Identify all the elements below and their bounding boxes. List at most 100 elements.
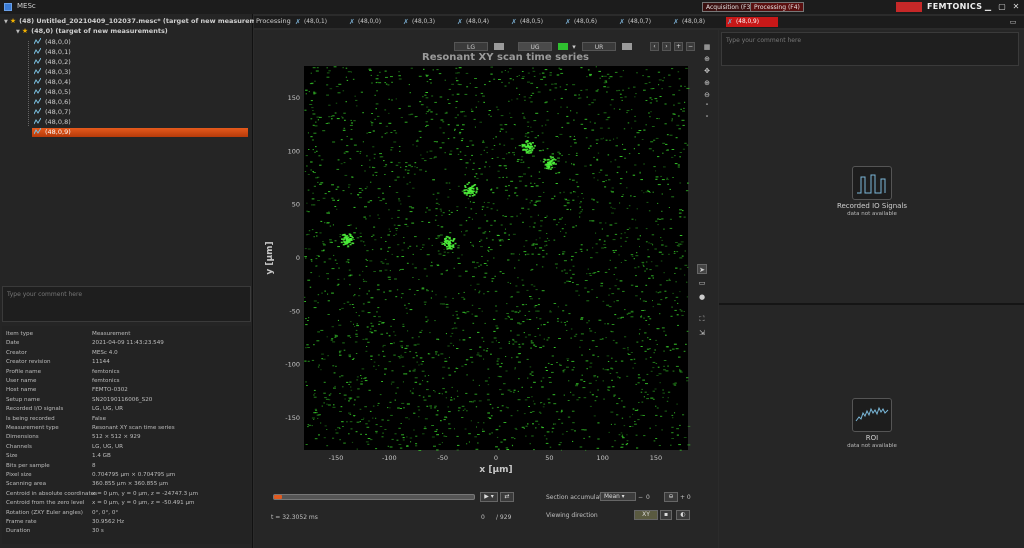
noise-pixel [674, 163, 678, 165]
noise-pixel [474, 267, 477, 269]
noise-pixel [512, 339, 515, 341]
noise-pixel [496, 209, 499, 211]
frame-input[interactable]: 0 [481, 514, 485, 521]
noise-pixel [607, 361, 610, 362]
tree-item[interactable]: (48,0,5) [33, 87, 250, 97]
noise-pixel [348, 186, 350, 188]
close-icon[interactable]: ✕ [1010, 1, 1022, 12]
tree-item-label: (48,0,5) [45, 88, 71, 96]
noise-pixel [685, 343, 687, 345]
tree-item[interactable]: (48,0,0) [33, 37, 250, 47]
recorded-io-widget[interactable]: Recorded IO Signals data not available [812, 166, 932, 217]
expand-icon[interactable]: ▼ [4, 19, 8, 25]
noise-pixel [534, 137, 537, 139]
comment-input[interactable]: Type your comment here [2, 286, 251, 322]
noise-pixel [503, 158, 505, 160]
circle-icon[interactable]: ● [697, 292, 707, 302]
noise-pixel [457, 395, 459, 397]
link-icon[interactable]: ⊖ [664, 492, 678, 502]
zoom-in-tool-icon[interactable]: ⊕ [702, 78, 712, 88]
tab-measurement[interactable]: ✗ (48,0,3) [402, 17, 454, 27]
accumulation-plus-value[interactable]: + 0 [680, 494, 691, 501]
tree-item[interactable]: (48,0,9) [32, 127, 248, 137]
noise-pixel [371, 124, 373, 126]
layout-icon[interactable]: ▦ [702, 42, 712, 52]
cell-spot-pixel [531, 142, 534, 144]
accumulation-mode-select[interactable]: Mean ▾ [600, 492, 636, 501]
noise-pixel [355, 99, 358, 101]
noise-pixel [506, 303, 508, 305]
accumulation-minus-value[interactable]: 0 [646, 494, 650, 501]
noise-pixel [530, 298, 533, 300]
processing-mode-button[interactable]: Processing (F4) [750, 2, 804, 12]
tab-measurement[interactable]: ✗ (48,0,6) [564, 17, 616, 27]
view-yz-button[interactable]: ◐ [676, 510, 690, 520]
frame-slider[interactable] [273, 494, 475, 500]
noise-pixel [331, 338, 334, 340]
noise-pixel [418, 450, 422, 451]
noise-pixel [529, 202, 531, 204]
noise-pixel [484, 272, 488, 274]
tab-measurement[interactable]: ✗ (48,0,9) [726, 17, 778, 27]
noise-pixel [591, 129, 595, 131]
right-comment-input[interactable]: Type your comment here [721, 32, 1019, 66]
roi-widget[interactable]: ROI data not available [812, 398, 932, 449]
down-icon[interactable]: ˅ [702, 114, 712, 124]
tree-item[interactable]: (48,0,3) [33, 67, 250, 77]
expand-icon[interactable]: ▼ [16, 29, 20, 35]
noise-pixel [420, 363, 423, 365]
noise-pixel [375, 108, 377, 110]
noise-pixel [327, 212, 330, 214]
fit-icon[interactable]: ⛶ [697, 314, 707, 324]
tree-group[interactable]: ▼ ★ (48,0) (target of new measurements) [16, 27, 168, 36]
tree-item[interactable]: (48,0,2) [33, 57, 250, 67]
noise-pixel [495, 340, 497, 342]
noise-pixel [537, 200, 541, 202]
noise-pixel [522, 321, 525, 323]
noise-pixel [340, 406, 343, 408]
noise-pixel [609, 224, 613, 226]
tab-measurement[interactable]: ✗ (48,0,1) [294, 17, 346, 27]
noise-pixel [356, 237, 360, 239]
tree-item[interactable]: (48,0,1) [33, 47, 250, 57]
tab-measurement[interactable]: ✗ (48,0,7) [618, 17, 670, 27]
maximize-icon[interactable]: ▢ [996, 1, 1008, 12]
tree-item[interactable]: (48,0,8) [33, 117, 250, 127]
panel-menu-icon[interactable]: ▭ [1008, 17, 1018, 27]
tab-measurement[interactable]: ✗ (48,0,5) [510, 17, 562, 27]
noise-pixel [428, 221, 431, 223]
tab-measurement[interactable]: ✗ (48,0,4) [456, 17, 508, 27]
up-icon[interactable]: ˄ [702, 102, 712, 112]
loop-button[interactable]: ⇄ [500, 492, 514, 502]
tab-measurement[interactable]: ✗ (48,0,8) [672, 17, 724, 27]
noise-pixel [496, 360, 499, 362]
noise-pixel [480, 173, 483, 175]
pointer-icon[interactable]: ➤ [697, 264, 707, 274]
slider-handle[interactable] [274, 495, 282, 499]
tree-item[interactable]: (48,0,7) [33, 107, 250, 117]
zoom-fit-icon[interactable]: ⊕ [702, 54, 712, 64]
noise-pixel [490, 66, 493, 68]
rectangle-icon[interactable]: ▭ [697, 278, 707, 288]
tree-item[interactable]: (48,0,4) [33, 77, 250, 87]
tree-item[interactable]: (48,0,6) [33, 97, 250, 107]
noise-pixel [687, 425, 691, 427]
noise-pixel [429, 150, 433, 152]
noise-pixel [390, 76, 393, 78]
scan-image[interactable] [304, 66, 688, 450]
noise-pixel [580, 317, 584, 319]
tab-measurement[interactable]: ✗ (48,0,0) [348, 17, 400, 27]
view-xy-button[interactable]: XY [634, 510, 658, 520]
noise-pixel [331, 118, 333, 120]
noise-pixel [345, 76, 347, 78]
view-xz-button[interactable]: ▪ [660, 510, 672, 520]
tree-root[interactable]: ▼ ★ (48) Untitled_20210409_102037.mesc* (t… [4, 17, 275, 26]
minimize-icon[interactable]: ▁ [982, 1, 994, 12]
noise-pixel [342, 386, 344, 388]
acquisition-mode-button[interactable]: Acquisition (F3) [702, 2, 757, 12]
play-button[interactable]: ▶ ▾ [480, 492, 498, 502]
zoom-out-tool-icon[interactable]: ⊖ [702, 90, 712, 100]
pan-icon[interactable]: ✥ [702, 66, 712, 76]
noise-pixel [664, 410, 667, 412]
export-icon[interactable]: ⇲ [697, 328, 707, 338]
